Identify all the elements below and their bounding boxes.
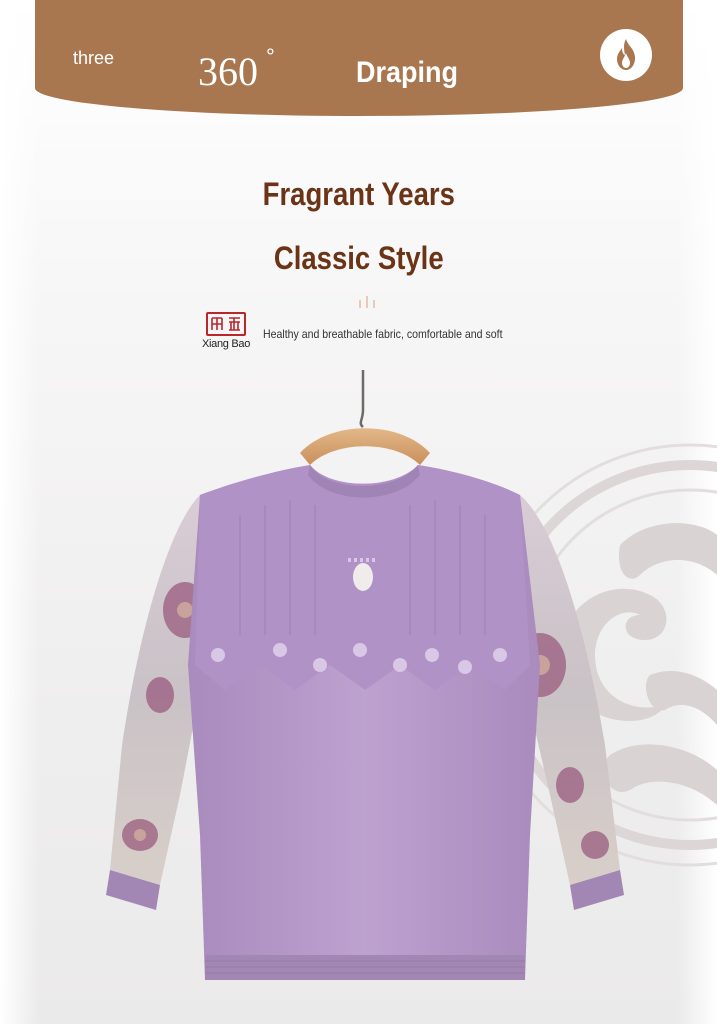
brand-tagline: Healthy and breathable fabric, comfortab… [263,327,503,341]
seal-logo-icon [206,312,246,336]
product-detail-page: three 360 ° Draping Fragrant Years Class… [0,0,717,1024]
product-photo [106,370,624,980]
brand-name: Xiang Bao [201,338,251,350]
headline-line-2-text: Classic Style [273,240,444,276]
hanger-icon [300,370,430,465]
top-banner: three 360 ° Draping [35,0,683,116]
headline-line-1-text: Fragrant Years [262,176,455,212]
headline-line-1: Fragrant Years [0,176,717,213]
banner-title: Draping [356,56,459,89]
flame-icon [600,29,652,81]
brand-block: Xiang Bao [201,312,251,350]
banner-degree-number: 360 [198,49,258,94]
banner-left-text: three [73,48,115,68]
decorative-lines [359,296,375,308]
banner-degree-symbol: ° [266,44,275,69]
headline-line-2: Classic Style [0,240,717,277]
left-edge-fade [0,0,40,1024]
